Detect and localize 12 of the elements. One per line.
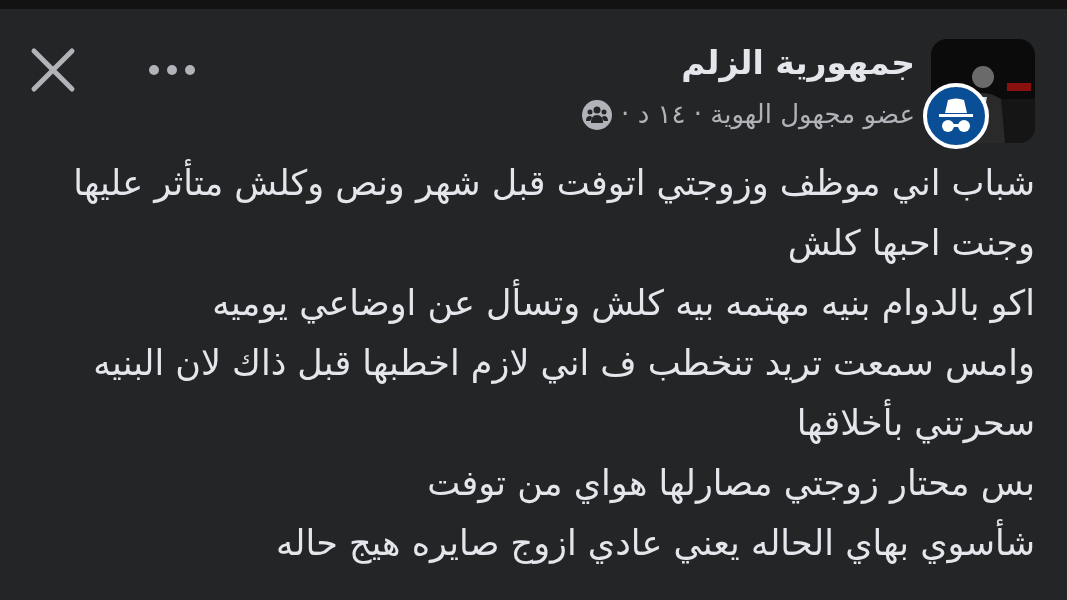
post-text-line: اكو بالدوام بنيه مهتمه بيه كلش وتسأل عن اوضاعي يوميه: [212, 273, 1035, 333]
post-text-line: وجنت احبها كلش: [787, 222, 1035, 266]
post-text-line: وامس سمعت تريد تنخطب ف اني لازم اخطبها قبل ذاك لان البنيه: [93, 342, 1035, 386]
post-text-line: شباب اني موظف وزوجتي اتوفت قبل شهر ونص وكلش متأثر عليها: [73, 153, 1035, 213]
post-text-line: شأسوي بهاي الحاله يعني عادي ازوج صايره هيج حاله: [276, 513, 1035, 573]
group-icon: [581, 98, 614, 131]
post-meta: عضو مجهول الهوية · ١٤ د ·: [621, 99, 915, 131]
more-options-icon[interactable]: [148, 64, 196, 76]
post-text-line: بس محتار زوجتي مصارلها هواي من توفت: [427, 462, 1035, 506]
close-icon[interactable]: [30, 47, 76, 93]
post-text-line: سحرتني بأخلاقها: [796, 393, 1035, 453]
group-name[interactable]: جمهورية الزلم: [581, 43, 915, 83]
